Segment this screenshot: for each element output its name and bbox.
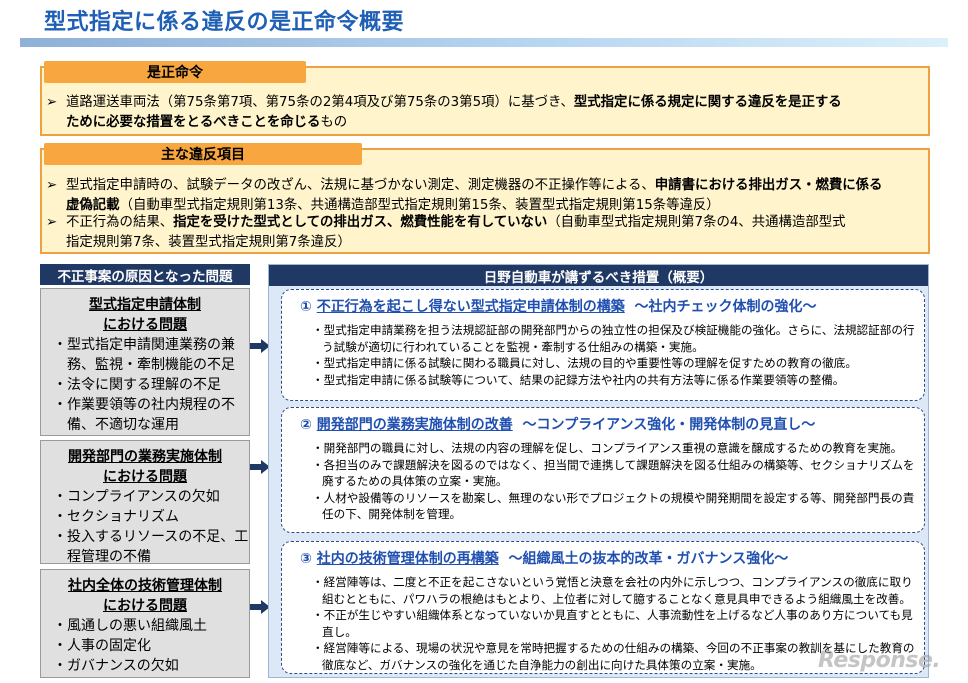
measures-panel: 日野自動車が講ずるべき措置（概要） ① 不正行為を起こし得ない型式指定申請体制の… <box>268 264 929 678</box>
arrow-right-icon <box>250 600 270 614</box>
arrow-right-icon <box>250 339 270 353</box>
causes-header: 不正事案の原因となった問題 <box>40 264 250 285</box>
list-item: ・投入するリソースの不足、工程管理の不備 <box>53 529 249 565</box>
cause-box-2-heading: 開発部門の業務実施体制 における問題 <box>68 449 222 485</box>
measure-card-2-title: ② 開発部門の業務実施体制の改善 ～コンプライアンス強化・開発体制の見直し～ <box>300 417 816 433</box>
title-underline-bar <box>20 38 948 47</box>
list-item: ・セクショナリズム <box>53 509 179 525</box>
list-item: ・不正が生じやすい組織体系となっていないか見直すとともに、人事流動性を上げるなど… <box>312 608 913 639</box>
measure-card-2-body: ・開発部門の職員に対し、法規の内容の理解を促し、コンプライアンス重視の意識を醸成… <box>312 440 917 523</box>
measure-card-3-title: ③ 社内の技術管理体制の再構築 ～組織風土の抜本的改革・ガバナンス強化～ <box>300 551 789 567</box>
arrow-right-icon <box>250 460 270 474</box>
arrow-bullet-icon: ➢ <box>46 178 58 193</box>
list-item: ・作業要領等の社内規程の不備、不適切な運用 <box>53 397 235 433</box>
violation-item-1: ➢ 型式指定申請時の、試験データの改ざん、法規に基づかない測定、測定機器の不正操作… <box>46 178 883 213</box>
list-item: ・各担当のみで課題解決を図るのではなく、担当間で連携して課題解決を図る仕組みの構… <box>312 457 915 489</box>
measure-card-1: ① 不正行為を起こし得ない型式指定申請体制の構築 ～社内チェック体制の強化～ ・… <box>281 289 925 401</box>
cause-box-3: 社内全体の技術管理体制 における問題 ・風通しの悪い組織風土 ・人事の固定化 ・ガ… <box>40 569 250 678</box>
list-item: ・型式指定申請に係る試験等について、結果の記録方法や社内の共有方法等に係る作業要… <box>312 372 845 387</box>
arrow-bullet-icon: ➢ <box>46 95 58 110</box>
list-item: ・風通しの悪い組織風土 <box>53 618 207 634</box>
list-item: ・経営陣等は、二度と不正を起こさないという覚悟と決意を会社の内外に示しつつ、コン… <box>312 575 913 606</box>
arrow-bullet-icon: ➢ <box>46 215 58 230</box>
list-item: ・人事の固定化 <box>53 638 151 654</box>
violations-tab: 主な違反項目 <box>44 143 362 165</box>
cause-box-3-heading: 社内全体の技術管理体制 における問題 <box>68 578 222 614</box>
measure-card-2: ② 開発部門の業務実施体制の改善 ～コンプライアンス強化・開発体制の見直し～ ・… <box>281 407 925 533</box>
list-item: ・開発部門の職員に対し、法規の内容の理解を促し、コンプライアンス重視の意識を醸成… <box>312 441 903 455</box>
violation-item-2: ➢ 不正行為の結果、指定を受けた型式としての排出ガス、燃費性能を有していない（自動… <box>46 215 846 250</box>
cause-box-2: 開発部門の業務実施体制 における問題 ・コンプライアンスの欠如 ・セクショナリズム… <box>40 440 250 565</box>
cause-box-1: 型式指定申請体制 における問題 ・型式指定申請関連業務の兼務、監視・牽制機能の不足… <box>40 288 250 436</box>
order-text: ➢ 道路運送車両法（第75条第7項、第75条の2第4項及び第75条の3第5項）に基… <box>46 95 842 130</box>
list-item: ・ガバナンスの欠如 <box>53 658 179 674</box>
list-item: ・法令に関する理解の不足 <box>53 377 221 393</box>
page-title: 型式指定に係る違反の是正命令概要 <box>44 10 405 35</box>
list-item: ・型式指定申請業務を担う法規認証部の開発部門からの独立性の担保及び検証機能の強化… <box>312 323 915 354</box>
watermark-logo: Response. <box>818 648 941 673</box>
list-item: ・コンプライアンスの欠如 <box>53 489 220 505</box>
measures-header: 日野自動車が講ずるべき措置（概要） <box>269 265 928 286</box>
cause-box-1-heading: 型式指定申請体制 における問題 <box>89 297 201 333</box>
measure-card-1-title: ① 不正行為を起こし得ない型式指定申請体制の構築 ～社内チェック体制の強化～ <box>300 299 817 315</box>
list-item: ・人材や設備等のリソースを勘案し、無理のない形でプロジェクトの規模や開発期間を設… <box>312 490 915 522</box>
list-item: ・型式指定申請関連業務の兼務、監視・牽制機能の不足 <box>53 337 235 373</box>
list-item: ・型式指定申請に係る試験に関わる職員に対し、法規の目的や重要性等の理解を促すため… <box>312 356 857 371</box>
measure-card-1-body: ・型式指定申請業務を担う法規認証部の開発部門からの独立性の担保及び検証機能の強化… <box>312 322 917 388</box>
order-tab: 是正命令 <box>44 61 306 83</box>
